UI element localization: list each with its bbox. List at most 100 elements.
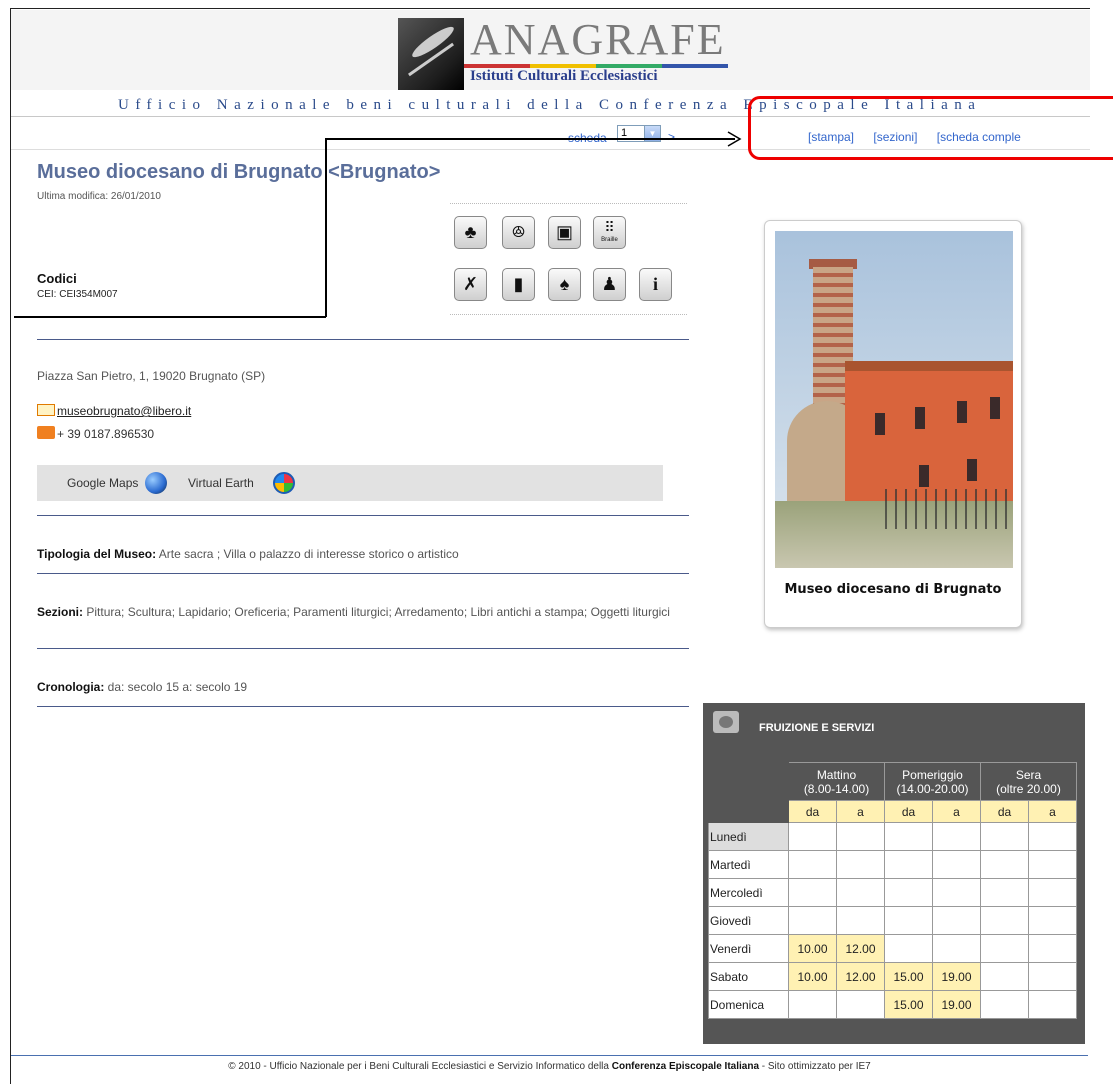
hour-cell — [836, 850, 885, 879]
table-row: Mercoledì — [708, 878, 1077, 907]
sezioni-label: Sezioni: — [37, 605, 84, 619]
phone-row: + 39 0187.896530 — [37, 426, 154, 441]
anagrafe-logo[interactable]: ANAGRAFE Istituti Culturali Ecclesiastic… — [398, 15, 728, 90]
sezioni-value: Pittura; Scultura; Lapidario; Oreficeria… — [83, 605, 670, 619]
google-earth-icon[interactable] — [145, 472, 167, 494]
divider — [37, 573, 689, 574]
museum-photo[interactable] — [775, 231, 1013, 568]
annotation-line — [325, 138, 327, 317]
hour-cell — [980, 850, 1029, 879]
windows-logo-icon[interactable] — [273, 472, 295, 494]
codici-label: Codici — [37, 271, 77, 286]
info-icon[interactable]: i — [639, 268, 672, 301]
hour-cell — [980, 906, 1029, 935]
table-row: Sabato 10.00 12.00 15.00 19.00 — [708, 962, 1077, 991]
table-row: Venerdì 10.00 12.00 — [708, 934, 1077, 963]
day-name: Venerdì — [708, 934, 789, 963]
photo-card: Museo diocesano di Brugnato — [764, 220, 1022, 628]
footer-text-end: - Sito ottimizzato per IE7 — [759, 1061, 871, 1072]
classroom-icon[interactable]: ♟ — [593, 268, 626, 301]
hour-cell — [1028, 878, 1077, 907]
hour-cell — [836, 990, 885, 1019]
hour-cell — [884, 850, 933, 879]
logo-title: ANAGRAFE — [470, 15, 726, 64]
hour-cell — [788, 878, 837, 907]
hour-cell — [836, 878, 885, 907]
email-link[interactable]: museobrugnato@libero.it — [57, 404, 191, 418]
hour-cell — [1028, 934, 1077, 963]
hour-cell: 19.00 — [932, 962, 981, 991]
footer-text: © 2010 - Ufficio Nazionale per i Beni Cu… — [228, 1061, 612, 1072]
quill-logo-icon — [398, 18, 464, 90]
braille-text: Braille — [601, 237, 618, 243]
restroom-icon[interactable]: ♠ — [548, 268, 581, 301]
table-row: Giovedì — [708, 906, 1077, 935]
day-name: Mercoledì — [708, 878, 789, 907]
hour-cell — [980, 934, 1029, 963]
services-icon — [713, 711, 739, 733]
day-name: Lunedì — [708, 822, 789, 851]
book-icon[interactable]: ▮ — [502, 268, 535, 301]
hour-cell — [980, 822, 1029, 851]
hour-cell: 12.00 — [836, 962, 885, 991]
footer: © 2010 - Ufficio Nazionale per i Beni Cu… — [11, 1061, 1088, 1072]
virtual-earth-link[interactable]: Virtual Earth — [188, 476, 254, 490]
divider — [37, 515, 689, 516]
codici-value: CEI: CEI354M007 — [37, 289, 118, 300]
period-header: Pomeriggio (14.00-20.00) — [884, 762, 981, 801]
hour-cell — [932, 878, 981, 907]
annotation-highlight-box — [748, 96, 1113, 160]
hour-cell: 19.00 — [932, 990, 981, 1019]
cronologia: Cronologia: da: secolo 15 a: secolo 19 — [37, 679, 677, 695]
hour-cell — [788, 822, 837, 851]
sub-header: da — [980, 800, 1029, 823]
table-row: Lunedì — [708, 822, 1077, 851]
day-name: Martedì — [708, 850, 789, 879]
google-maps-link[interactable]: Google Maps — [67, 476, 138, 490]
hour-cell — [884, 906, 933, 935]
guided-tour-icon[interactable]: ♣ — [454, 216, 487, 249]
opening-hours-table: Mattino (8.00-14.00) Pomeriggio (14.00-20.… — [708, 762, 1077, 1019]
hour-cell — [836, 822, 885, 851]
arrow-right-icon — [727, 131, 742, 147]
sub-header: a — [932, 800, 981, 823]
braille-icon[interactable]: ⠿ Braille — [593, 216, 626, 249]
hour-cell — [932, 822, 981, 851]
hour-cell — [788, 850, 837, 879]
hour-cell — [884, 878, 933, 907]
group-icon[interactable]: ꔮ — [502, 216, 535, 249]
hour-cell: 10.00 — [788, 962, 837, 991]
braille-dots: ⠿ — [604, 219, 615, 235]
annotation-line — [14, 316, 326, 318]
tipologia: Tipologia del Museo: Arte sacra ; Villa … — [37, 546, 677, 562]
tipologia-value: Arte sacra ; Villa o palazzo di interess… — [156, 547, 459, 561]
hour-cell — [788, 990, 837, 1019]
hour-cell — [1028, 822, 1077, 851]
email-row: museobrugnato@libero.it — [37, 404, 191, 418]
address: Piazza San Pietro, 1, 19020 Brugnato (SP… — [37, 369, 266, 383]
multimedia-icon[interactable]: ▣ — [548, 216, 581, 249]
hour-cell — [980, 990, 1029, 1019]
last-modified: Ultima modifica: 26/01/2010 — [37, 191, 161, 202]
no-photo-icon[interactable]: ✗ — [454, 268, 487, 301]
hour-cell — [1028, 990, 1077, 1019]
fruizione-title: FRUIZIONE E SERVIZI — [759, 722, 875, 734]
divider — [37, 706, 689, 707]
cronologia-label: Cronologia: — [37, 680, 105, 694]
hour-cell — [980, 962, 1029, 991]
next-scheda-link[interactable]: > — [668, 130, 675, 144]
sub-header: da — [788, 800, 837, 823]
table-row: Domenica 15.00 19.00 — [708, 990, 1077, 1019]
hour-cell — [884, 822, 933, 851]
service-icons: ♣ ꔮ ▣ ⠿ Braille ✗ ▮ ♠ ♟ i — [450, 203, 687, 315]
period-header: Mattino (8.00-14.00) — [788, 762, 885, 801]
hour-cell — [932, 850, 981, 879]
footer-bold: Conferenza Episcopale Italiana — [611, 1061, 759, 1072]
hour-cell — [1028, 962, 1077, 991]
hour-cell — [836, 906, 885, 935]
maps-bar: Google Maps Virtual Earth — [37, 465, 663, 501]
fruizione-panel: FRUIZIONE E SERVIZI Mattino (8.00-14.00) … — [703, 703, 1085, 1044]
hour-cell: 10.00 — [788, 934, 837, 963]
hour-cell — [788, 906, 837, 935]
day-name: Sabato — [708, 962, 789, 991]
